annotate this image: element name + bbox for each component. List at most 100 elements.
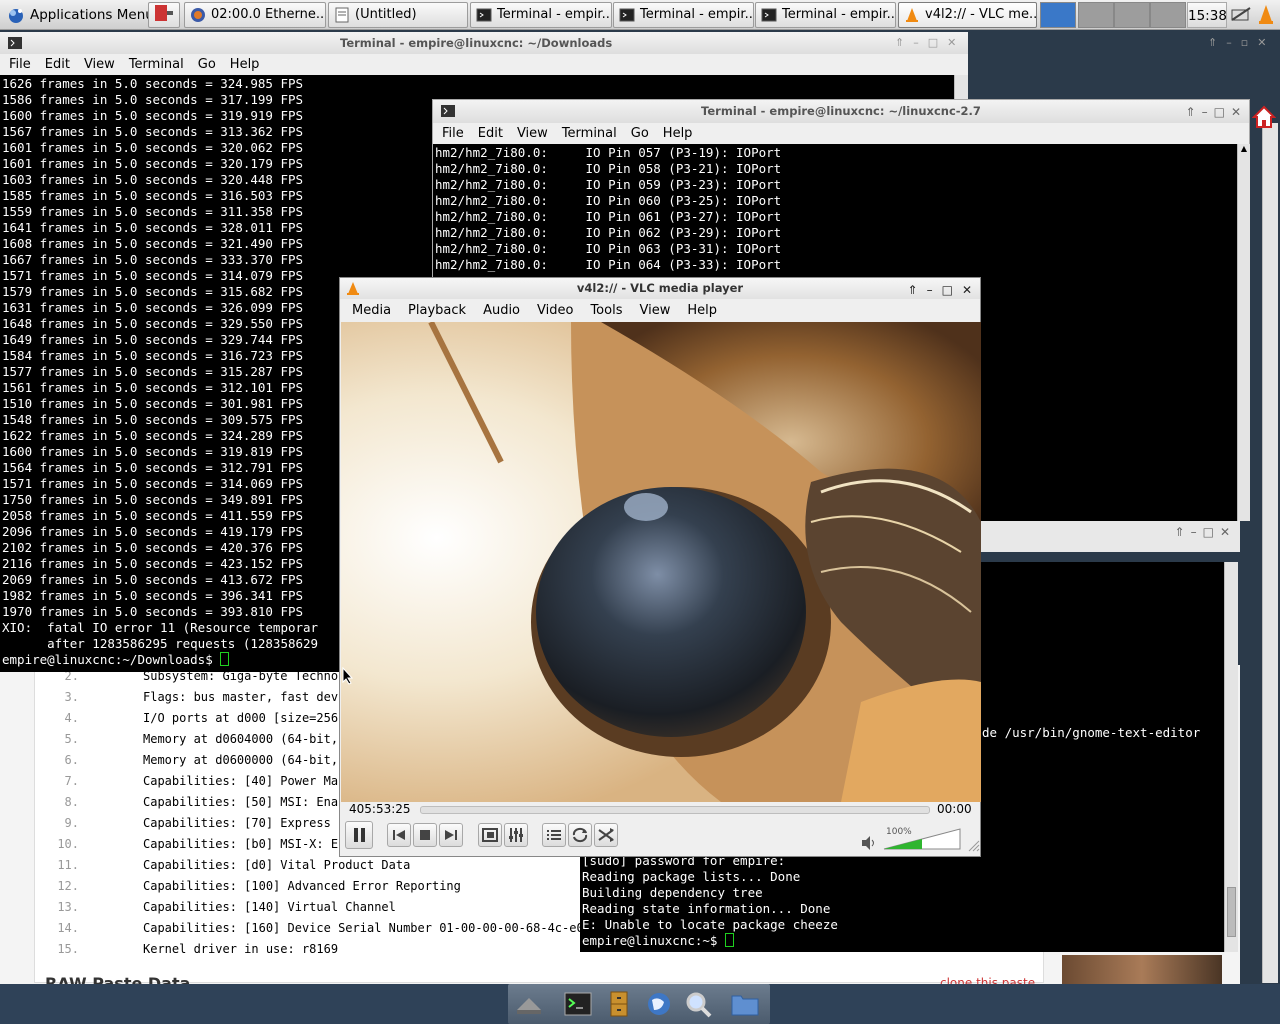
maximize-above-icon[interactable]: ⇑ xyxy=(1208,36,1217,52)
menu-help[interactable]: Help xyxy=(223,57,267,72)
shuffle-button[interactable] xyxy=(594,823,618,847)
applications-menu-button[interactable]: Applications Menu xyxy=(2,2,160,28)
minimize-icon[interactable]: – xyxy=(927,280,933,301)
menu-video[interactable]: Video xyxy=(530,303,580,318)
workspace-2[interactable] xyxy=(1078,2,1114,28)
maximize-icon[interactable]: □ xyxy=(1214,101,1225,124)
terminal-prompt-line[interactable]: empire@linuxcnc:~/Downloads$ xyxy=(2,652,318,668)
terminal-third-upper[interactable]: de /usr/bin/gnome-text-editor xyxy=(980,562,1224,852)
terminal-prompt: empire@linuxcnc:~$ xyxy=(582,933,725,948)
close-icon[interactable]: ✕ xyxy=(962,280,972,301)
menu-file[interactable]: File xyxy=(435,126,471,141)
maximize-above-icon[interactable]: ⇑ xyxy=(908,280,918,301)
fullscreen-icon xyxy=(482,828,498,842)
line-number: 8. xyxy=(64,795,79,809)
network-icon[interactable] xyxy=(1230,5,1252,25)
task-ethernet[interactable]: 02:00.0 Etherne... xyxy=(184,2,326,28)
video-output[interactable] xyxy=(341,322,981,802)
task-label: (Untitled) xyxy=(355,7,417,22)
menu-go[interactable]: Go xyxy=(624,126,656,141)
menu-playback[interactable]: Playback xyxy=(401,303,473,318)
menu-tools[interactable]: Tools xyxy=(583,303,629,318)
menu-edit[interactable]: Edit xyxy=(38,57,77,72)
scrollbar-thumb[interactable] xyxy=(1227,887,1236,937)
menu-help[interactable]: Help xyxy=(680,303,724,318)
maximize-above-icon[interactable]: ⇑ xyxy=(1175,525,1185,539)
menu-terminal[interactable]: Terminal xyxy=(122,57,191,72)
resize-grip-icon[interactable] xyxy=(966,838,980,852)
pause-button[interactable] xyxy=(345,821,373,849)
file-cabinet-icon[interactable] xyxy=(604,990,634,1018)
terminal-line: 1579 frames in 5.0 seconds = 315.682 FPS xyxy=(2,284,304,299)
fullscreen-button[interactable] xyxy=(478,823,502,847)
menu-view[interactable]: View xyxy=(632,303,677,318)
task-untitled[interactable]: (Untitled) xyxy=(328,2,468,28)
menu-file[interactable]: File xyxy=(2,57,38,72)
menu-view[interactable]: View xyxy=(77,57,122,72)
task-terminal-2[interactable]: Terminal - empir... xyxy=(613,2,754,28)
maximize-above-icon[interactable]: ⇑ xyxy=(895,36,904,52)
task-vlc[interactable]: v4l2:// - VLC me... xyxy=(898,2,1037,28)
search-icon[interactable] xyxy=(684,990,714,1018)
elapsed-time[interactable]: 405:53:25 xyxy=(349,802,411,816)
terminal-third-scrollbar[interactable] xyxy=(1224,562,1238,952)
menu-help[interactable]: Help xyxy=(656,126,700,141)
menu-media[interactable]: Media xyxy=(345,303,398,318)
menu-go[interactable]: Go xyxy=(191,57,223,72)
menu-audio[interactable]: Audio xyxy=(476,303,527,318)
extended-settings-button[interactable] xyxy=(504,823,528,847)
scroll-up-arrow-icon[interactable]: ▲ xyxy=(1239,144,1249,156)
restore-icon[interactable]: ▫ xyxy=(1241,36,1248,52)
maximize-icon[interactable]: □ xyxy=(928,36,938,52)
window-titlebar[interactable]: Terminal - empire@linuxcnc: ~/linuxcnc-2… xyxy=(433,100,1249,123)
terminal-icon xyxy=(441,105,455,117)
terminal-prompt-line[interactable]: empire@linuxcnc:~$ xyxy=(582,933,838,949)
show-desktop-icon[interactable] xyxy=(514,990,544,1018)
minimize-icon[interactable]: – xyxy=(1202,101,1208,124)
vlc-tray-icon[interactable] xyxy=(1256,4,1276,26)
close-icon[interactable]: ✕ xyxy=(947,36,956,52)
next-button[interactable] xyxy=(439,823,463,847)
seek-slider[interactable] xyxy=(420,806,930,814)
workspace-3[interactable] xyxy=(1114,2,1150,28)
terminal-linuxcnc-scrollbar[interactable]: ▲ xyxy=(1237,144,1250,521)
clock[interactable]: 15:38 xyxy=(1187,2,1227,28)
volume-slider[interactable] xyxy=(882,826,962,850)
terminal-downloads-scrollbar[interactable] xyxy=(954,75,968,100)
playlist-icon xyxy=(547,830,561,840)
line-number: 13. xyxy=(57,900,79,914)
home-icon[interactable] xyxy=(1252,104,1276,130)
maximize-above-icon[interactable]: ⇑ xyxy=(1186,101,1196,124)
minimize-icon[interactable]: – xyxy=(913,36,919,52)
task-terminal-1[interactable]: Terminal - empir... xyxy=(470,2,612,28)
show-desktop-button[interactable] xyxy=(148,2,180,28)
folder-icon[interactable] xyxy=(730,990,760,1018)
minimize-icon[interactable]: – xyxy=(1226,36,1232,52)
line-number: 12. xyxy=(57,879,79,893)
workspace-4[interactable] xyxy=(1150,2,1186,28)
playlist-button[interactable] xyxy=(542,823,566,847)
browser-scrollbar[interactable] xyxy=(1262,123,1278,983)
menu-view[interactable]: View xyxy=(510,126,555,141)
workspace-1[interactable] xyxy=(1040,2,1076,28)
menu-terminal[interactable]: Terminal xyxy=(555,126,624,141)
next-icon xyxy=(445,830,457,840)
menu-edit[interactable]: Edit xyxy=(471,126,510,141)
minimize-icon[interactable]: – xyxy=(1191,525,1197,539)
previous-button[interactable] xyxy=(387,823,411,847)
window-titlebar[interactable]: v4l2:// - VLC media player ⇑ – □ ✕ xyxy=(340,278,980,299)
stop-button[interactable] xyxy=(413,823,437,847)
terminal-line: E: Unable to locate package cheeze xyxy=(582,917,838,932)
loop-button[interactable] xyxy=(568,823,592,847)
close-icon[interactable]: ✕ xyxy=(1257,36,1266,52)
task-terminal-3[interactable]: Terminal - empir... xyxy=(755,2,896,28)
maximize-icon[interactable]: □ xyxy=(942,280,953,301)
terminal-launcher-icon[interactable] xyxy=(563,990,593,1018)
close-icon[interactable]: ✕ xyxy=(1220,525,1230,539)
terminal-third-output[interactable]: [sudo] password for empire: Reading packa… xyxy=(580,852,1224,952)
web-browser-icon[interactable] xyxy=(644,990,674,1018)
window-titlebar[interactable]: Terminal - empire@linuxcnc: ~/Downloads xyxy=(0,32,968,54)
maximize-icon[interactable]: □ xyxy=(1203,525,1214,539)
speaker-icon[interactable] xyxy=(860,835,878,851)
close-icon[interactable]: ✕ xyxy=(1231,101,1241,124)
